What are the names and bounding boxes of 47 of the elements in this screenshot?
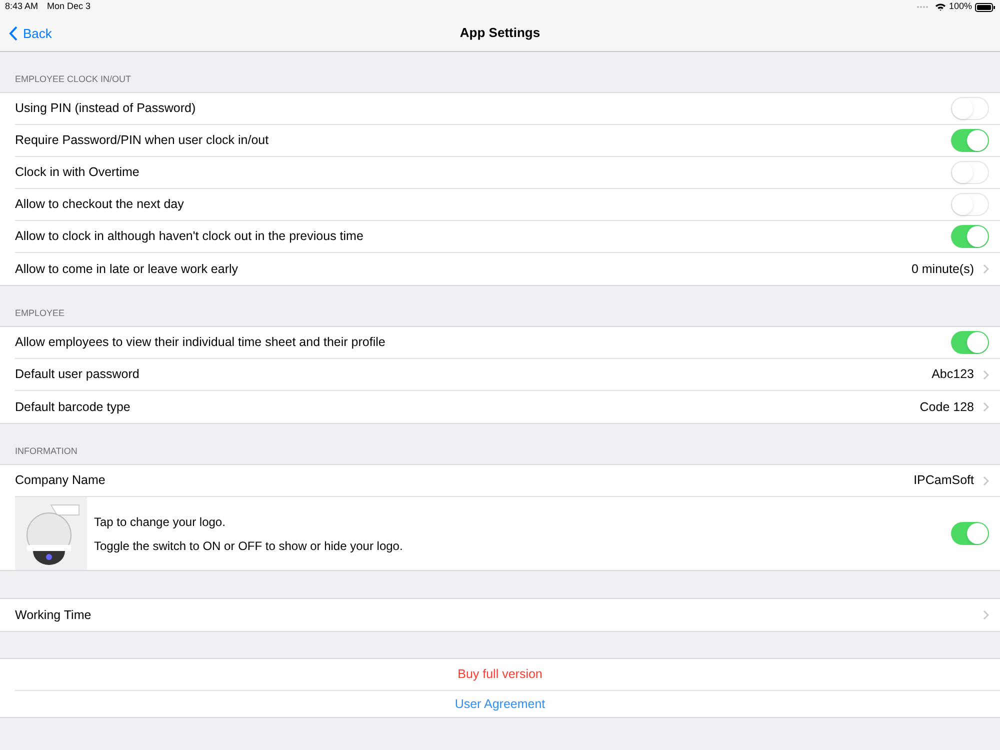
section-header: INFORMATION bbox=[15, 444, 78, 458]
setting-label: Clock in with Overtime bbox=[15, 164, 140, 182]
toggle-switch[interactable] bbox=[951, 129, 989, 152]
logo-hint-text: Tap to change your logo. bbox=[94, 514, 226, 530]
setting-label: Allow to come in late or leave work early bbox=[15, 260, 240, 278]
status-time: 8:43 AM bbox=[5, 0, 38, 14]
chevron-right-icon bbox=[983, 402, 989, 412]
setting-label: Allow to clock in although haven't clock out in the previous time bbox=[15, 228, 364, 246]
section-header: EMPLOYEE CLOCK IN/OUT bbox=[15, 72, 132, 86]
chevron-right-icon bbox=[983, 476, 989, 486]
setting-label: Default user password bbox=[15, 366, 140, 384]
toggle-switch[interactable] bbox=[951, 97, 989, 120]
setting-label: Allow to checkout the next day bbox=[15, 196, 185, 214]
status-date: Mon Dec 3 bbox=[47, 0, 91, 14]
back-button[interactable]: Back bbox=[9, 24, 52, 44]
battery-icon bbox=[975, 2, 995, 12]
chevron-right-icon bbox=[983, 610, 989, 620]
section-header: EMPLOYEE bbox=[15, 306, 65, 320]
toggle-switch[interactable] bbox=[951, 193, 989, 216]
settings-row[interactable]: Allow to come in late or leave work early 0 minute(s) bbox=[15, 253, 1000, 285]
setting-label: Default barcode type bbox=[15, 398, 132, 416]
setting-value: Abc123 bbox=[932, 366, 974, 384]
setting-label: Require Password/PIN when user clock in/out bbox=[15, 132, 270, 150]
toggle-switch[interactable] bbox=[951, 225, 989, 248]
logo-hint-text: Toggle the switch to ON or OFF to show or hide your logo. bbox=[94, 538, 404, 554]
setting-label: Company Name bbox=[15, 472, 106, 490]
logo-image[interactable] bbox=[15, 497, 87, 570]
chevron-right-icon bbox=[983, 264, 989, 274]
setting-label: Allow employees to view their individual time sheet and their profile bbox=[15, 334, 386, 352]
toggle-switch[interactable] bbox=[951, 161, 989, 184]
toggle-switch[interactable] bbox=[951, 331, 989, 354]
battery-percentage: 100% bbox=[948, 0, 972, 14]
setting-label: Using PIN (instead of Password) bbox=[15, 100, 197, 118]
chevron-right-icon bbox=[983, 370, 989, 380]
toggle-switch[interactable] bbox=[951, 522, 989, 545]
settings-row[interactable]: Default user password Abc123 bbox=[15, 359, 1000, 391]
screen-title: App Settings bbox=[460, 24, 540, 42]
wifi-icon bbox=[934, 3, 946, 11]
signal-dots-icon bbox=[916, 5, 929, 9]
action-link[interactable]: Buy full version bbox=[458, 665, 542, 684]
setting-value: IPCamSoft bbox=[914, 472, 974, 490]
setting-value: Code 128 bbox=[920, 398, 974, 416]
settings-row[interactable]: Company Name IPCamSoft bbox=[15, 465, 1000, 497]
settings-row[interactable]: Default barcode type Code 128 bbox=[15, 391, 1000, 423]
setting-label: Working Time bbox=[15, 606, 92, 624]
chevron-left-icon bbox=[9, 26, 18, 42]
setting-value: 0 minute(s) bbox=[911, 260, 974, 278]
